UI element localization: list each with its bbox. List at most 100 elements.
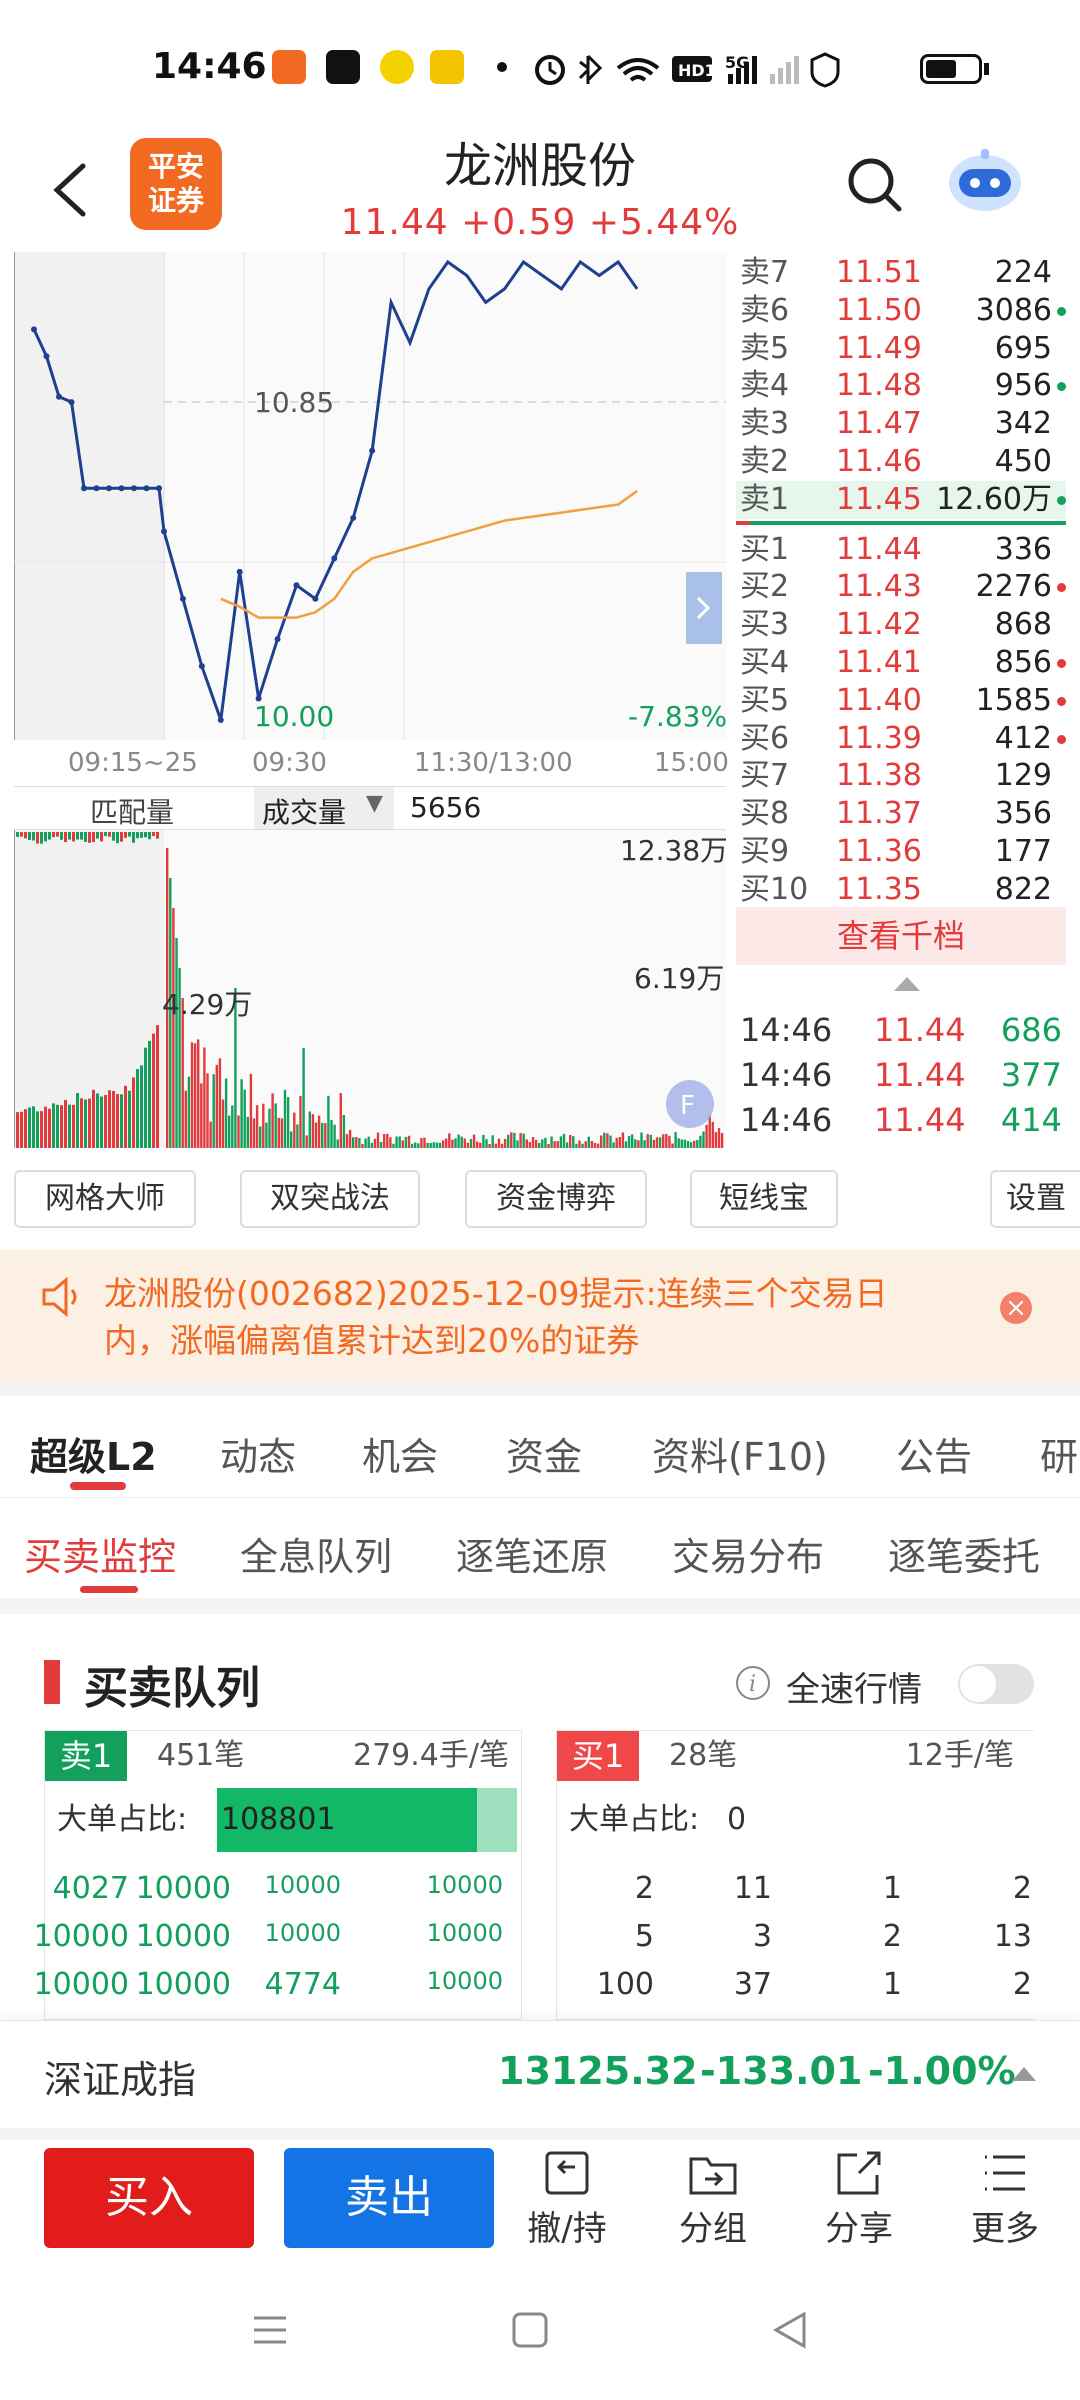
cancel-hold-button[interactable]: 撤/持	[512, 2145, 622, 2255]
bid-level-row[interactable]: 买9 11.36 177	[736, 833, 1066, 871]
ask-level-row[interactable]: 卖6 11.50 3086	[736, 292, 1066, 330]
tab-f10[interactable]: 资料(F10)	[652, 1426, 828, 1481]
tab-announcement[interactable]: 公告	[896, 1426, 972, 1481]
caret-up-icon[interactable]	[1012, 2065, 1036, 2083]
bid-level-row[interactable]: 买8 11.37 356	[736, 795, 1066, 833]
level-price: 11.39	[836, 720, 922, 756]
volume-bar	[531, 1137, 535, 1148]
volume-bar	[355, 1137, 358, 1148]
volume-bar	[476, 1141, 479, 1148]
home-icon[interactable]	[510, 2310, 550, 2350]
volume-bar	[305, 1135, 308, 1148]
recent-apps-icon[interactable]	[250, 2310, 290, 2350]
assistant-robot-icon[interactable]	[945, 145, 1025, 215]
tab-tick-orders[interactable]: 逐笔委托	[888, 1526, 1040, 1581]
auction-match-bar	[20, 832, 23, 837]
auction-volume-bar	[116, 1093, 119, 1148]
volume-bar	[392, 1143, 395, 1148]
index-ticker[interactable]: 深证成指 13125.32 -133.01 -1.00%	[0, 2020, 1080, 2128]
bid-level-row[interactable]: 买3 11.42 868	[736, 606, 1066, 644]
volume-bar	[184, 1090, 187, 1148]
cancel-order-icon	[545, 2151, 589, 2195]
auction-match-bar	[44, 832, 47, 842]
info-icon[interactable]: i	[734, 1664, 772, 1702]
volume-bar	[265, 1122, 268, 1148]
volume-bar	[237, 1115, 240, 1148]
auction-match-bar	[100, 832, 103, 842]
group-button[interactable]: 分组	[658, 2145, 768, 2255]
volume-chart[interactable]: 12.38万 6.19万 4.29万 F	[14, 830, 726, 1148]
volume-bar	[361, 1144, 364, 1148]
tool-capital-game[interactable]: 资金博弈	[465, 1170, 647, 1228]
price-point	[81, 485, 87, 492]
auction-match-bar	[140, 832, 143, 838]
queue-cell: 10000	[135, 1967, 231, 2002]
settings-button[interactable]: 设置	[990, 1170, 1080, 1228]
tool-double-breakout[interactable]: 双突战法	[240, 1170, 420, 1228]
tab-capital[interactable]: 资金	[506, 1426, 582, 1481]
more-button[interactable]: 更多	[950, 2145, 1060, 2255]
ask-level-row[interactable]: 卖5 11.49 695	[736, 330, 1066, 368]
status-icons: HD1 5G	[535, 52, 840, 88]
share-button[interactable]: 分享	[804, 2145, 914, 2255]
tool-grid-master[interactable]: 网格大师	[14, 1170, 196, 1228]
auction-volume-bar	[88, 1098, 91, 1148]
full-speed-toggle[interactable]	[958, 1664, 1034, 1704]
auction-match-bar	[40, 832, 43, 844]
shield-icon	[810, 52, 840, 88]
bid-level-row[interactable]: 买6 11.39 412	[736, 720, 1066, 758]
view-1000-levels-button[interactable]: 查看千档	[736, 907, 1066, 965]
bid-level-row[interactable]: 买4 11.41 856	[736, 644, 1066, 682]
intraday-chart[interactable]: 10.85 10.00 -7.83%	[14, 252, 726, 740]
level-price: 11.44	[836, 531, 922, 567]
volume-bar	[426, 1142, 429, 1148]
tab-full-queue[interactable]: 全息队列	[240, 1526, 392, 1581]
volume-bar	[680, 1139, 683, 1148]
volume-bar	[488, 1144, 491, 1148]
buy-button[interactable]: 买入	[44, 2148, 254, 2248]
volume-bar	[274, 1103, 277, 1148]
auction-volume-bar	[100, 1096, 103, 1148]
volume-bar	[469, 1139, 473, 1148]
auction-match-bar	[88, 832, 91, 843]
volume-bar	[283, 1089, 287, 1148]
tab-super-l2[interactable]: 超级L2	[30, 1426, 157, 1481]
tool-short-line[interactable]: 短线宝	[690, 1170, 838, 1228]
ask-level-row[interactable]: 卖2 11.46 450	[736, 443, 1066, 481]
sell-button[interactable]: 卖出	[284, 2148, 494, 2248]
expand-panel-button[interactable]	[686, 572, 722, 644]
auction-volume-bar	[124, 1085, 127, 1148]
search-icon[interactable]	[845, 155, 905, 215]
tab-opportunity[interactable]: 机会	[362, 1426, 438, 1481]
tab-tick-replay[interactable]: 逐笔还原	[456, 1526, 608, 1581]
volume-bar	[649, 1134, 652, 1148]
notice-banner[interactable]: 龙洲股份(002682)2025-12-09提示:连续三个交易日内，涨幅偏离值累…	[0, 1250, 1080, 1380]
back-nav-icon[interactable]	[770, 2310, 810, 2350]
bid-level-row[interactable]: 买7 11.38 129	[736, 757, 1066, 795]
tab-match-volume[interactable]: 匹配量	[90, 791, 174, 831]
volume-dropdown[interactable]: 成交量 ▼	[254, 787, 394, 829]
ask-level-row[interactable]: 卖4 11.48 956	[736, 367, 1066, 405]
speaker-icon	[42, 1276, 77, 1318]
bid-level-row[interactable]: 买10 11.35 822	[736, 871, 1066, 909]
price-point	[255, 695, 262, 702]
tab-research[interactable]: 研	[1040, 1426, 1078, 1481]
level-label: 买4	[740, 644, 790, 680]
level-volume: 868	[994, 607, 1052, 643]
ask-level-row[interactable]: 卖7 11.51 224	[736, 254, 1066, 292]
bid-level-row[interactable]: 买5 11.40 1585	[736, 682, 1066, 720]
bid-level-row[interactable]: 买1 11.44 336	[736, 531, 1066, 569]
tab-dynamics[interactable]: 动态	[220, 1426, 296, 1481]
ask-level-row[interactable]: 卖1 11.45 12.60万	[736, 480, 1066, 519]
bid-level-row[interactable]: 买2 11.43 2276	[736, 568, 1066, 606]
tab-trade-monitor[interactable]: 买卖监控	[24, 1526, 176, 1581]
tab-trade-distribution[interactable]: 交易分布	[672, 1526, 824, 1581]
menu-icon	[985, 2155, 1025, 2191]
auction-match-bar	[36, 832, 39, 844]
close-icon[interactable]: ×	[1000, 1292, 1032, 1324]
queue-cell: 10000	[264, 1871, 341, 1899]
level-label: 买6	[740, 720, 790, 756]
tick-price: 11.44	[874, 1101, 966, 1139]
ask-level-row[interactable]: 卖3 11.47 342	[736, 405, 1066, 443]
volume-bar	[677, 1138, 680, 1148]
